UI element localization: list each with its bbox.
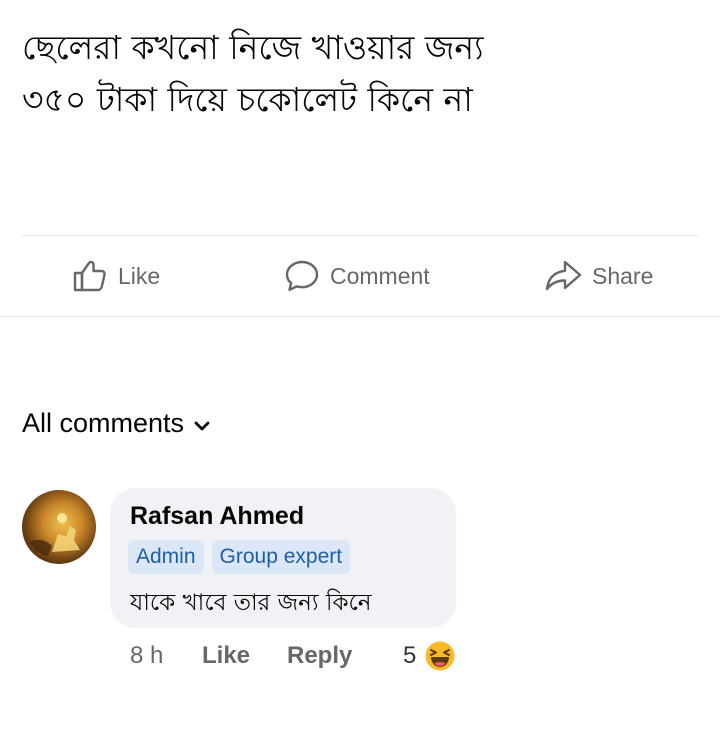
admin-badge: Admin xyxy=(128,540,204,574)
post-action-bar: Like Comment Share xyxy=(0,250,720,302)
comment-time[interactable]: 8 h xyxy=(130,640,163,672)
comments-sort-label: All comments xyxy=(22,408,185,438)
comment-like-button[interactable]: Like xyxy=(202,640,250,672)
comment-author[interactable]: Rafsan Ahmed xyxy=(130,502,304,531)
comment-reply-button[interactable]: Reply xyxy=(287,640,352,672)
share-button[interactable]: Share xyxy=(544,250,653,302)
group-expert-badge: Group expert xyxy=(211,540,351,574)
share-label: Share xyxy=(592,262,654,289)
like-label: Like xyxy=(118,262,161,289)
share-arrow-icon xyxy=(544,258,582,294)
author-badges: Admin Group expert xyxy=(128,540,358,574)
avatar[interactable] xyxy=(22,490,96,564)
avatar-image xyxy=(30,513,80,556)
comment-button[interactable]: Comment xyxy=(284,250,430,302)
divider xyxy=(0,316,720,317)
post-text-line: ছেলেরা কখনো নিজে খাওয়ার জন্য xyxy=(22,28,484,67)
post-text-line: ৩৫০ টাকা দিয়ে চকোলেট কিনে না xyxy=(22,80,473,119)
comment-label: Comment xyxy=(330,262,430,289)
post-page: ছেলেরা কখনো নিজে খাওয়ার জন্য ৩৫০ টাকা দ… xyxy=(0,0,720,740)
comment-bubble[interactable]: Rafsan Ahmed Admin Group expert যাকে খাব… xyxy=(110,488,456,628)
thumbs-up-icon xyxy=(72,258,108,294)
post-text: ছেলেরা কখনো নিজে খাওয়ার জন্য ৩৫০ টাকা দ… xyxy=(22,22,682,126)
comment-meta: 8 h Like Reply 5 xyxy=(130,640,470,672)
divider xyxy=(22,235,698,236)
reaction-count[interactable]: 5 xyxy=(403,640,416,672)
comment-bubble-icon xyxy=(284,258,320,294)
like-button[interactable]: Like xyxy=(72,250,160,302)
haha-emoji-icon[interactable] xyxy=(424,640,456,681)
comments-sort-dropdown[interactable]: All comments xyxy=(22,408,210,439)
comment-text: যাকে খাবে তার জন্য কিনে xyxy=(130,590,372,616)
chevron-down-icon xyxy=(184,408,210,439)
